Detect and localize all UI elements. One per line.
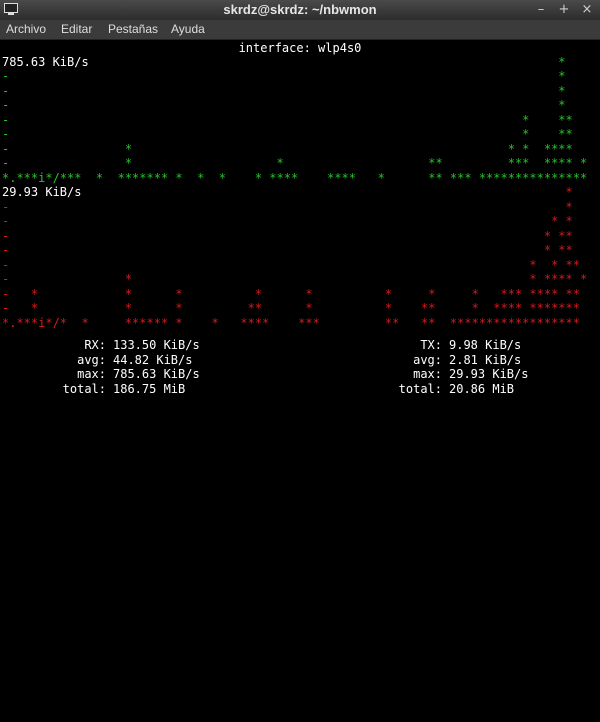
rx-max-label: max: — [77, 367, 106, 381]
tx-total-value: 20.86 MiB — [449, 382, 515, 396]
tx-graph-row: - * * **** * — [2, 272, 588, 286]
tx-graph-row: - * — [2, 200, 573, 214]
rx-total-value: 186.75 MiB — [113, 382, 186, 396]
rx-total-label: total: — [62, 382, 106, 396]
tx-avg-value: 2.81 KiB/s — [449, 353, 522, 367]
tx-current-value: 9.98 KiB/s — [449, 338, 522, 352]
rx-graph-row: - * — [2, 98, 566, 112]
terminal-area[interactable]: interface: wlp4s0 785.63 KiB/s * - * - *… — [0, 40, 600, 400]
tx-total-label: total: — [398, 382, 442, 396]
rx-graph-row: - * — [2, 69, 566, 83]
close-button[interactable]: × — [576, 0, 598, 20]
rx-graph-row: - * — [2, 84, 566, 98]
rx-graph-row: - * * ** *** **** * — [2, 156, 588, 170]
menu-pestanas[interactable]: Pestañas — [108, 22, 158, 36]
tx-graph-row: - * * — [2, 214, 573, 228]
rx-avg-label: avg: — [77, 353, 106, 367]
rx-graph-row: - * * * **** — [2, 142, 573, 156]
rx-current-label: RX: — [84, 338, 106, 352]
tx-graph-row: - * ** — [2, 229, 573, 243]
tx-graph-row: - * * ** — [2, 258, 580, 272]
tx-max-value: 29.93 KiB/s — [449, 367, 529, 381]
rx-graph-row: *.***i*/*** * ******* * * * * **** **** … — [2, 171, 588, 185]
tx-graph-row: - * * * ** * * ** * **** ******* — [2, 301, 580, 315]
minimize-button[interactable]: – — [530, 0, 552, 20]
interface-label: interface: wlp4s0 — [238, 41, 362, 55]
menu-editar[interactable]: Editar — [61, 22, 92, 36]
tx-graph-row: - * ** — [2, 243, 573, 257]
window-title: skrdz@skrdz: ~/nbwmon — [223, 2, 377, 17]
tx-graph-row: * — [2, 185, 573, 199]
menu-archivo[interactable]: Archivo — [6, 22, 46, 36]
maximize-button[interactable]: + — [553, 0, 575, 20]
rx-max-value: 785.63 KiB/s — [113, 367, 200, 381]
tx-max-label: max: — [413, 367, 442, 381]
tx-graph-row: - * * * * * * * * *** **** ** — [2, 287, 580, 301]
tx-graph-row: *.***i*/* * ****** * * **** *** ** ** **… — [2, 316, 580, 330]
tx-avg-label: avg: — [413, 353, 442, 367]
rx-avg-value: 44.82 KiB/s — [113, 353, 193, 367]
rx-graph-row: - * ** — [2, 113, 573, 127]
rx-graph-row: - * ** — [2, 127, 573, 141]
rx-graph-row: * — [2, 55, 566, 69]
window-titlebar[interactable]: skrdz@skrdz: ~/nbwmon – + × — [0, 0, 600, 20]
tx-current-label: TX: — [420, 338, 442, 352]
menu-ayuda[interactable]: Ayuda — [171, 22, 205, 36]
rx-current-value: 133.50 KiB/s — [113, 338, 200, 352]
menu-bar: Archivo Editar Pestañas Ayuda — [0, 20, 600, 40]
